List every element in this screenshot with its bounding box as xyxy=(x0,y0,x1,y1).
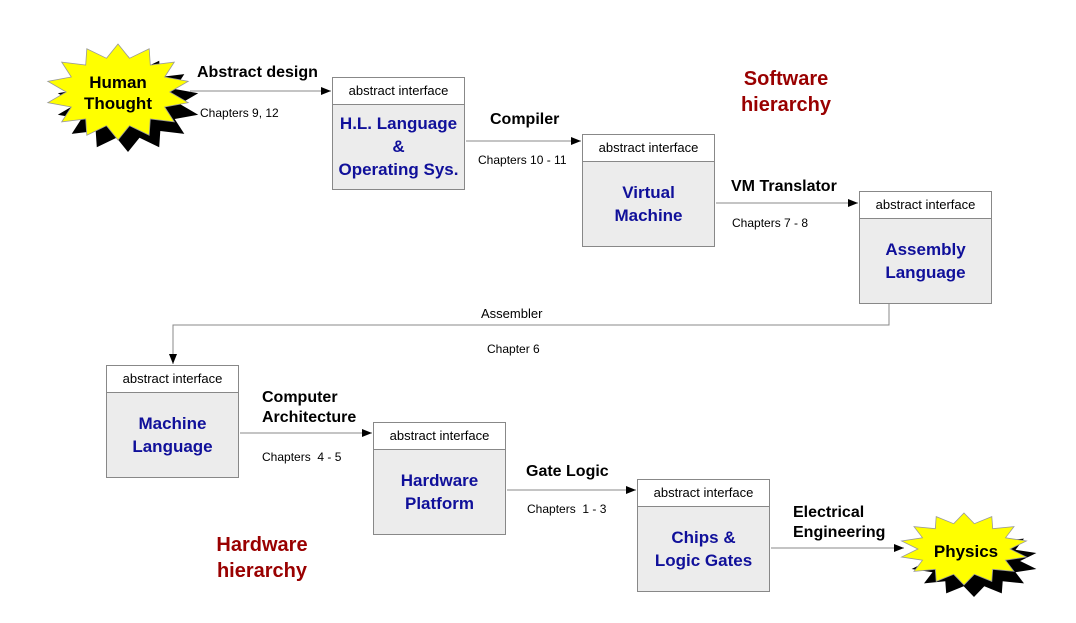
box-title: Assembly Language xyxy=(885,239,966,282)
chapters-gate-logic: Chapters 1 - 3 xyxy=(527,502,607,516)
interface-header: abstract interface xyxy=(583,135,714,162)
box-hl-language: abstract interface H.L. Language & Operat… xyxy=(332,77,465,190)
label-abstract-design: Abstract design xyxy=(197,64,318,81)
box-virtual-machine: abstract interface Virtual Machine xyxy=(582,134,715,247)
physics-label: Physics xyxy=(933,542,999,561)
label-compiler: Compiler xyxy=(490,111,560,128)
interface-header: abstract interface xyxy=(374,423,505,450)
chapters-abstract-design: Chapters 9, 12 xyxy=(200,106,279,120)
hardware-hierarchy-heading: Hardware hierarchy xyxy=(216,534,308,582)
label-electrical-engineering: Electrical Engineering xyxy=(793,504,886,541)
box-title: Machine Language xyxy=(132,413,213,456)
diagram: Human Thought Physics Software hierarchy… xyxy=(0,0,1076,623)
label-vm-translator: VM Translator xyxy=(731,178,837,195)
box-hardware-platform: abstract interface Hardware Platform xyxy=(373,422,506,535)
chapters-assembler: Chapter 6 xyxy=(487,342,540,356)
chapters-compiler: Chapters 10 - 11 xyxy=(478,153,567,167)
label-computer-architecture: Computer Architecture xyxy=(262,389,357,426)
software-hierarchy-heading: Software hierarchy xyxy=(740,68,832,116)
box-machine-language: abstract interface Machine Language xyxy=(106,365,239,478)
box-chips-logic-gates: abstract interface Chips & Logic Gates xyxy=(637,479,770,592)
box-title: Chips & Logic Gates xyxy=(654,527,753,570)
interface-header: abstract interface xyxy=(860,192,991,219)
chapters-computer-architecture: Chapters 4 - 5 xyxy=(262,450,342,464)
box-title: H.L. Language & Operating Sys. xyxy=(338,114,459,179)
label-gate-logic: Gate Logic xyxy=(526,463,609,480)
interface-header: abstract interface xyxy=(333,78,464,105)
box-title: Hardware Platform xyxy=(400,470,479,513)
chapters-vm-translator: Chapters 7 - 8 xyxy=(732,216,809,230)
interface-header: abstract interface xyxy=(107,366,238,393)
box-title: Virtual Machine xyxy=(614,182,683,225)
human-thought-label: Human Thought xyxy=(84,73,152,113)
box-assembly-language: abstract interface Assembly Language xyxy=(859,191,992,304)
label-assembler: Assembler xyxy=(481,306,543,321)
interface-header: abstract interface xyxy=(638,480,769,507)
